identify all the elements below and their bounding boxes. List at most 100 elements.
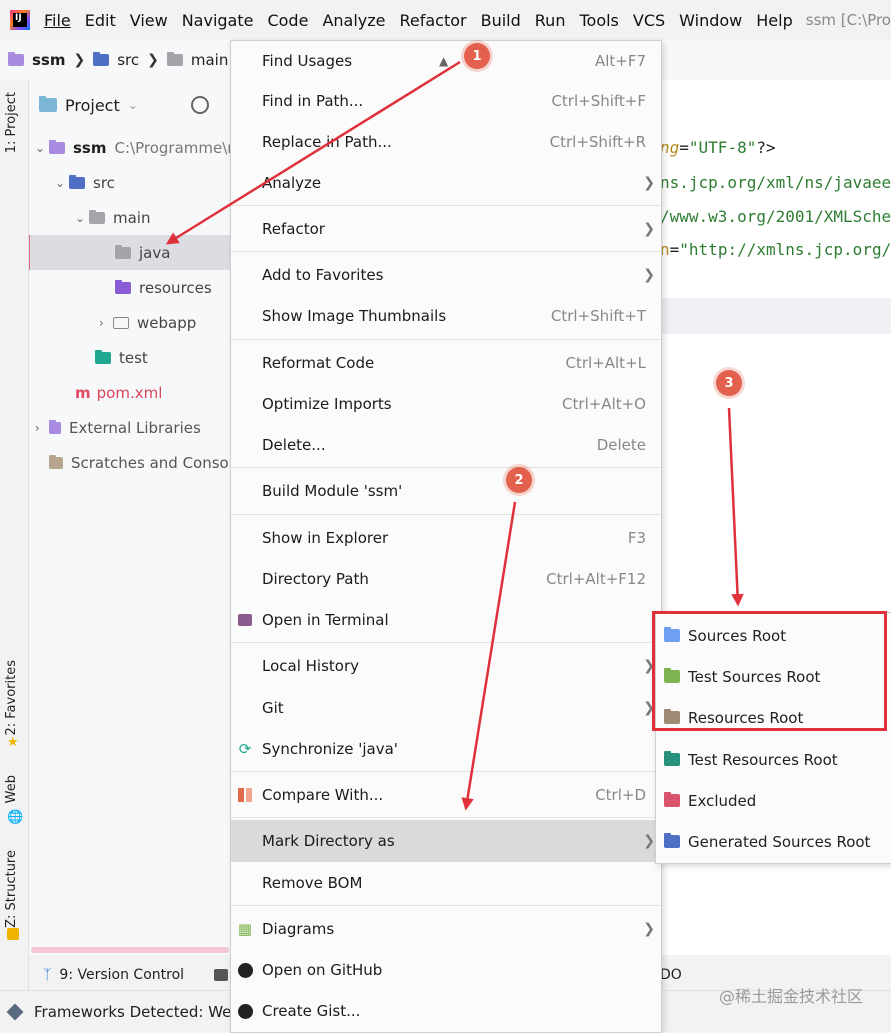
menu-item-synchronize[interactable]: ⟳ Synchronize 'java'	[231, 729, 661, 769]
tree-item-java[interactable]: java	[29, 235, 259, 270]
tool-tab-web[interactable]: Web	[4, 775, 19, 803]
chevron-right-icon[interactable]: ›	[35, 421, 49, 435]
menu-item-reformat-code[interactable]: Reformat Code Ctrl+Alt+L	[231, 343, 661, 383]
menu-navigate[interactable]: Navigate	[175, 11, 261, 30]
breadcrumb-ssm[interactable]: ssm	[8, 51, 66, 69]
diagram-icon: ▦	[237, 920, 253, 938]
tree-item-webapp[interactable]: › webapp	[29, 305, 259, 340]
folder-icon	[166, 52, 183, 66]
tree-item-test[interactable]: test	[29, 340, 259, 375]
menu-item-add-to-favorites[interactable]: Add to Favorites ❯	[231, 255, 661, 295]
chevron-right-icon: ❯	[147, 52, 159, 68]
project-panel: Project ⌄ ⌄ ssm C:\Programme\r ⌄ src ⌄ m…	[29, 80, 259, 960]
tree-item-resources[interactable]: resources	[29, 270, 259, 305]
tree-item-external-libraries[interactable]: › External Libraries	[29, 410, 259, 445]
menu-item-directory-path[interactable]: Directory Path Ctrl+Alt+F12	[231, 559, 661, 599]
menu-item-open-in-terminal[interactable]: Open in Terminal	[231, 600, 661, 640]
menu-separator	[231, 771, 661, 772]
tree-item-src[interactable]: ⌄ src	[29, 165, 259, 200]
menu-item-refactor[interactable]: Refactor ❯	[231, 209, 661, 249]
menu-item-delete[interactable]: Delete... Delete	[231, 425, 661, 465]
globe-icon: 🌐	[7, 810, 24, 825]
menu-build[interactable]: Build	[474, 11, 528, 30]
library-icon	[49, 419, 61, 434]
locate-target-icon[interactable]	[191, 96, 209, 114]
intellij-logo-icon: IJ	[10, 10, 30, 30]
menu-item-open-on-github[interactable]: Open on GitHub	[231, 950, 661, 990]
project-panel-header[interactable]: Project ⌄	[29, 80, 259, 130]
menu-code[interactable]: Code	[260, 11, 315, 30]
menu-item-optimize-imports[interactable]: Optimize Imports Ctrl+Alt+O	[231, 384, 661, 424]
menu-item-show-image-thumbnails[interactable]: Show Image Thumbnails Ctrl+Shift+T	[231, 296, 661, 336]
submenu-arrow-icon: ❯	[643, 921, 655, 937]
folder-icon	[115, 244, 131, 259]
current-line-highlight	[660, 298, 891, 334]
star-icon: ★	[7, 735, 19, 750]
menu-item-git[interactable]: Git ❯	[231, 688, 661, 728]
maven-icon: m	[75, 383, 91, 402]
tab-version-control[interactable]: 9: Version Control	[59, 967, 184, 983]
chevron-down-icon[interactable]: ⌄	[75, 211, 89, 225]
submenu-item-excluded[interactable]: Excluded	[656, 780, 891, 821]
menu-separator	[231, 467, 661, 468]
module-folder-icon	[8, 52, 24, 66]
tree-item-main[interactable]: ⌄ main	[29, 200, 259, 235]
menu-separator	[231, 817, 661, 818]
framework-icon	[6, 1003, 24, 1020]
menu-separator	[231, 642, 661, 643]
submenu-item-label: Test Resources Root	[688, 750, 838, 769]
submenu-item-label: Generated Sources Root	[688, 832, 871, 851]
menu-bar: IJ File Edit View Navigate Code Analyze …	[0, 0, 891, 40]
menu-item-find-in-path[interactable]: Find in Path... Ctrl+Shift+F	[231, 81, 661, 121]
window-title: ssm [C:\Pro	[805, 11, 891, 29]
submenu-arrow-icon: ❯	[643, 833, 655, 849]
scroll-up-icon[interactable]: ▲	[439, 54, 448, 68]
tree-item-ssm[interactable]: ⌄ ssm C:\Programme\r	[29, 130, 259, 165]
menu-item-compare-with[interactable]: Compare With... Ctrl+D	[231, 775, 661, 815]
menu-item-local-history[interactable]: Local History ❯	[231, 646, 661, 686]
menu-item-mark-directory-as[interactable]: Mark Directory as ❯	[231, 820, 661, 862]
menu-refactor[interactable]: Refactor	[392, 11, 473, 30]
menu-item-replace-in-path[interactable]: Replace in Path... Ctrl+Shift+R	[231, 122, 661, 162]
tree-item-scratches[interactable]: Scratches and Consol	[29, 445, 259, 480]
menu-tools[interactable]: Tools	[572, 11, 625, 30]
menu-item-find-usages[interactable]: Find Usages ▲ Alt+F7	[231, 41, 661, 81]
menu-item-analyze[interactable]: Analyze ❯	[231, 163, 661, 203]
menu-view[interactable]: View	[123, 11, 175, 30]
menu-analyze[interactable]: Analyze	[315, 11, 392, 30]
progress-indicator	[31, 947, 229, 953]
tool-tab-structure[interactable]: Z: Structure	[4, 850, 19, 928]
breadcrumb-main[interactable]: main	[166, 51, 228, 69]
code-line: ns.jcp.org/xml/ns/javaee	[660, 173, 891, 192]
menu-vcs[interactable]: VCS	[626, 11, 672, 30]
tool-tab-favorites[interactable]: 2: Favorites	[4, 660, 19, 736]
submenu-item-test-resources-root[interactable]: Test Resources Root	[656, 739, 891, 780]
menu-item-create-gist[interactable]: Create Gist...	[231, 991, 661, 1031]
watermark: @稀土掘金技术社区	[718, 987, 863, 1006]
menu-item-show-in-explorer[interactable]: Show in Explorer F3	[231, 518, 661, 558]
frameworks-detected-message[interactable]: Frameworks Detected: Wel	[34, 1003, 236, 1021]
test-resources-root-folder-icon	[664, 751, 680, 766]
structure-icon	[7, 928, 19, 940]
tool-tab-project[interactable]: 1: Project	[4, 92, 19, 153]
chevron-down-icon[interactable]: ⌄	[35, 141, 49, 155]
chevron-right-icon: ❯	[73, 52, 86, 68]
chevron-right-icon[interactable]: ›	[99, 316, 113, 330]
tab-todo[interactable]: DO	[660, 967, 682, 983]
breadcrumb-src[interactable]: src	[93, 51, 139, 69]
menu-item-remove-bom[interactable]: Remove BOM	[231, 863, 661, 903]
chevron-down-icon[interactable]: ⌄	[128, 98, 138, 112]
menu-item-diagrams[interactable]: ▦ Diagrams ❯	[231, 909, 661, 949]
submenu-item-generated-sources-root[interactable]: Generated Sources Root	[656, 821, 891, 862]
tree-item-pom[interactable]: m pom.xml	[29, 375, 259, 410]
submenu-arrow-icon: ❯	[643, 267, 655, 283]
menu-edit[interactable]: Edit	[78, 11, 123, 30]
menu-item-build-module[interactable]: Build Module 'ssm'	[231, 471, 661, 511]
menu-run[interactable]: Run	[528, 11, 573, 30]
sync-icon: ⟳	[238, 740, 252, 758]
menu-separator	[231, 514, 661, 515]
menu-help[interactable]: Help	[749, 11, 799, 30]
menu-window[interactable]: Window	[672, 11, 749, 30]
chevron-down-icon[interactable]: ⌄	[55, 176, 69, 190]
menu-file[interactable]: File	[37, 11, 78, 30]
